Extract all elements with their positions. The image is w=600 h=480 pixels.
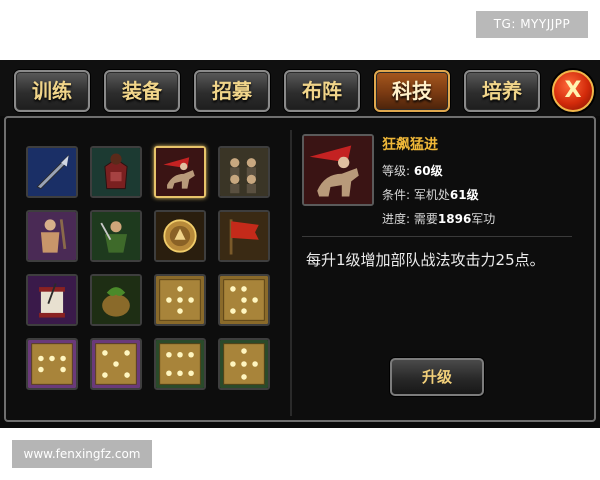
formation-dots-b-icon <box>92 340 140 388</box>
condition-row: 条件: 军机处61级 <box>382 186 479 203</box>
tech-slot-general[interactable] <box>90 210 142 262</box>
progress-row: 进度: 需要1896军功 <box>382 210 495 227</box>
tab-formation[interactable]: 布阵 <box>284 70 360 112</box>
detail-divider <box>302 236 572 237</box>
general-icon <box>92 212 140 260</box>
cavalry-charge-icon <box>304 136 372 204</box>
formation-dots-a-icon <box>28 340 76 388</box>
soldiers-group-icon <box>220 148 268 196</box>
warrior-icon <box>28 212 76 260</box>
tab-equipment[interactable]: 装备 <box>104 70 180 112</box>
tech-slot-emblem[interactable] <box>154 210 206 262</box>
tech-slot-war-banner[interactable] <box>218 210 270 262</box>
watermark-top: TG: MYYJJPP <box>476 11 588 38</box>
tab-recruit[interactable]: 招募 <box>194 70 270 112</box>
game-window: 训练 装备 招募 布阵 科技 培养 X 狂飙猛进 等级: 60级 条件: 军机处… <box>0 60 600 428</box>
armor-icon <box>92 148 140 196</box>
level-value: 60级 <box>413 164 443 178</box>
spear-icon <box>28 148 76 196</box>
formation-snake-icon <box>220 276 268 324</box>
formation-dots-d-icon <box>220 340 268 388</box>
tech-slot-formation-snake[interactable] <box>218 274 270 326</box>
tech-slot-armor[interactable] <box>90 146 142 198</box>
tech-slot-soldiers-group[interactable] <box>218 146 270 198</box>
condition-value: 61级 <box>449 188 479 202</box>
tab-technology[interactable]: 科技 <box>374 70 450 112</box>
level-row: 等级: 60级 <box>382 162 443 179</box>
scroll-icon <box>28 276 76 324</box>
tech-slot-warrior[interactable] <box>26 210 78 262</box>
tech-slot-spear[interactable] <box>26 146 78 198</box>
tab-bar: 训练 装备 招募 布阵 科技 培养 X <box>0 60 600 116</box>
progress-label: 进度: <box>382 212 411 226</box>
tech-grid <box>26 146 276 406</box>
skill-description: 每升1级增加部队战法攻击力25点。 <box>306 251 545 269</box>
watermark-bottom: www.fenxingfz.com <box>12 440 152 468</box>
tech-slot-formation-dots-c[interactable] <box>154 338 206 390</box>
tech-slot-formation-dots-d[interactable] <box>218 338 270 390</box>
condition-label: 条件: <box>382 188 411 202</box>
emblem-icon <box>156 212 204 260</box>
progress-value: 1896 <box>437 212 472 226</box>
selected-tech-portrait <box>302 134 374 206</box>
progress-suffix: 军功 <box>471 212 496 226</box>
upgrade-button[interactable]: 升级 <box>390 358 484 396</box>
tech-panel: 狂飙猛进 等级: 60级 条件: 军机处61级 进度: 需要1896军功 每升1… <box>4 116 596 422</box>
formation-dots-c-icon <box>156 340 204 388</box>
formation-plus-icon <box>156 276 204 324</box>
progress-prefix: 需要 <box>413 212 438 226</box>
skill-name: 狂飙猛进 <box>382 137 438 153</box>
cavalry-charge-icon <box>156 148 204 196</box>
close-icon: X <box>564 78 582 103</box>
tech-slot-formation-dots-a[interactable] <box>26 338 78 390</box>
level-label: 等级: <box>382 164 411 178</box>
condition-prefix: 军机处 <box>413 188 450 202</box>
tech-slot-scroll[interactable] <box>26 274 78 326</box>
tab-training[interactable]: 训练 <box>14 70 90 112</box>
tech-slot-formation-dots-b[interactable] <box>90 338 142 390</box>
tab-cultivate[interactable]: 培养 <box>464 70 540 112</box>
war-banner-icon <box>220 212 268 260</box>
supply-bag-icon <box>92 276 140 324</box>
tech-slot-supply-bag[interactable] <box>90 274 142 326</box>
tech-slot-formation-plus[interactable] <box>154 274 206 326</box>
tech-slot-cavalry-charge[interactable] <box>154 146 206 198</box>
panel-divider <box>290 130 292 416</box>
close-button[interactable]: X <box>552 70 594 112</box>
